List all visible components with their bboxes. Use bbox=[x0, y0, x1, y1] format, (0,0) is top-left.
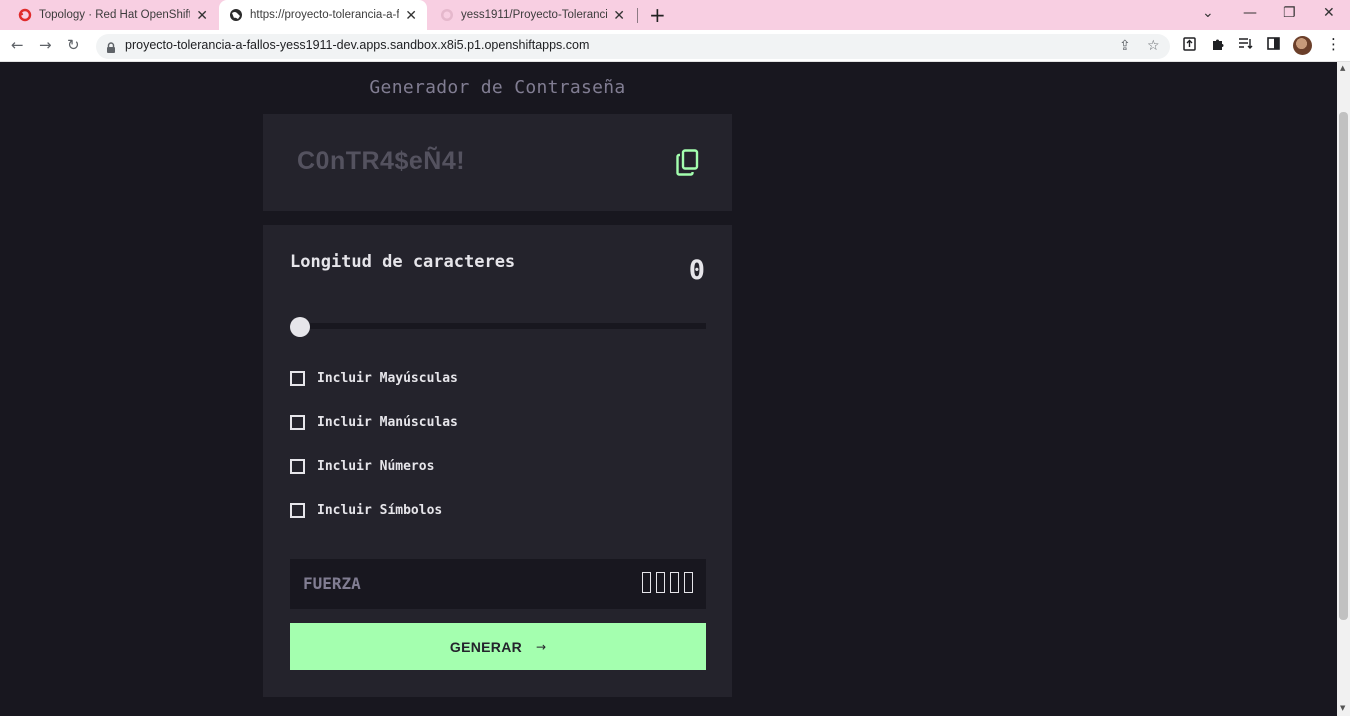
settings-panel: Longitud de caracteres 0 Incluir Mayúscu… bbox=[263, 225, 732, 697]
browser-toolbar: ← → ↻ proyecto-tolerancia-a-fallos-yess1… bbox=[0, 30, 1350, 62]
tab-password-generator[interactable]: https://proyecto-tolerancia-a-fall ✕ bbox=[219, 0, 427, 30]
lock-icon bbox=[106, 39, 116, 58]
scrollbar-thumb[interactable] bbox=[1339, 112, 1348, 620]
github-icon bbox=[440, 8, 454, 22]
side-panel-icon[interactable] bbox=[1267, 37, 1280, 54]
bookmark-star-icon[interactable]: ☆ bbox=[1147, 38, 1160, 54]
tab-openshift-topology[interactable]: Topology · Red Hat OpenShift De ✕ bbox=[8, 0, 218, 30]
close-tab-icon[interactable]: ✕ bbox=[196, 7, 208, 24]
tab-github-repo[interactable]: yess1911/Proyecto-Tolerancia-a- ✕ bbox=[430, 0, 635, 30]
address-bar[interactable]: proyecto-tolerancia-a-fallos-yess1911-de… bbox=[96, 34, 1170, 59]
restore-icon[interactable]: ❐ bbox=[1283, 5, 1296, 21]
extension-box-icon[interactable] bbox=[1183, 37, 1196, 55]
option-label: Incluir Números bbox=[317, 458, 435, 474]
generate-label: GENERAR bbox=[449, 638, 523, 655]
extensions-puzzle-icon[interactable] bbox=[1211, 37, 1225, 55]
tab-title: yess1911/Proyecto-Tolerancia-a- bbox=[461, 9, 608, 21]
length-value: 0 bbox=[688, 255, 705, 286]
strength-bar bbox=[642, 572, 651, 593]
generate-button[interactable]: GENERAR → bbox=[290, 623, 706, 670]
url-text: proyecto-tolerancia-a-fallos-yess1911-de… bbox=[125, 38, 590, 52]
copy-icon[interactable] bbox=[676, 149, 699, 180]
strength-bar bbox=[684, 572, 693, 593]
password-output: C0nTR4$eÑ4! bbox=[297, 147, 466, 175]
minimize-icon[interactable]: — bbox=[1243, 5, 1257, 21]
option-lowercase[interactable]: Incluir Manúsculas bbox=[290, 412, 458, 432]
strength-meter: FUERZA bbox=[290, 559, 706, 609]
tab-title: https://proyecto-tolerancia-a-fall bbox=[250, 9, 400, 21]
option-symbols[interactable]: Incluir Símbolos bbox=[290, 500, 442, 520]
length-label: Longitud de caracteres bbox=[290, 252, 516, 272]
option-numbers[interactable]: Incluir Números bbox=[290, 456, 434, 476]
lowercase-checkbox[interactable] bbox=[290, 414, 305, 430]
symbols-checkbox[interactable] bbox=[290, 502, 305, 518]
numbers-checkbox[interactable] bbox=[290, 458, 305, 474]
strength-label: FUERZA bbox=[303, 574, 361, 593]
tab-search-icon[interactable]: ⌄ bbox=[1202, 5, 1214, 21]
globe-icon bbox=[229, 8, 243, 22]
tab-separator bbox=[637, 8, 638, 23]
close-window-icon[interactable]: ✕ bbox=[1323, 5, 1335, 21]
page-title: Generador de Contraseña bbox=[369, 77, 626, 98]
password-display: C0nTR4$eÑ4! bbox=[263, 114, 732, 211]
strength-bar bbox=[670, 572, 679, 593]
scroll-down-icon[interactable]: ▼ bbox=[1340, 704, 1345, 712]
more-options-icon[interactable]: ⋮ bbox=[1326, 35, 1341, 53]
close-tab-icon[interactable]: ✕ bbox=[405, 7, 417, 24]
close-tab-icon[interactable]: ✕ bbox=[613, 7, 625, 24]
reload-icon[interactable]: ↻ bbox=[67, 36, 80, 54]
option-label: Incluir Manúsculas bbox=[317, 414, 458, 430]
strength-bar bbox=[656, 572, 665, 593]
length-slider-thumb[interactable] bbox=[290, 317, 310, 337]
length-slider[interactable] bbox=[290, 323, 706, 329]
browser-tab-strip: Topology · Red Hat OpenShift De ✕ https:… bbox=[0, 0, 1350, 30]
strength-bars bbox=[642, 572, 693, 593]
option-label: Incluir Símbolos bbox=[317, 502, 443, 518]
profile-avatar[interactable] bbox=[1293, 36, 1312, 55]
openshift-icon bbox=[18, 8, 32, 22]
share-icon[interactable]: ⇪ bbox=[1119, 38, 1131, 54]
back-icon[interactable]: ← bbox=[11, 36, 24, 54]
scroll-up-icon[interactable]: ▲ bbox=[1340, 64, 1345, 72]
forward-icon[interactable]: → bbox=[39, 36, 52, 54]
new-tab-button[interactable]: + bbox=[649, 3, 666, 27]
uppercase-checkbox[interactable] bbox=[290, 370, 305, 386]
reading-list-icon[interactable] bbox=[1238, 37, 1253, 54]
arrow-right-icon: → bbox=[536, 639, 547, 654]
tab-title: Topology · Red Hat OpenShift De bbox=[39, 9, 191, 21]
option-uppercase[interactable]: Incluir Mayúsculas bbox=[290, 368, 458, 388]
option-label: Incluir Mayúsculas bbox=[317, 370, 458, 386]
